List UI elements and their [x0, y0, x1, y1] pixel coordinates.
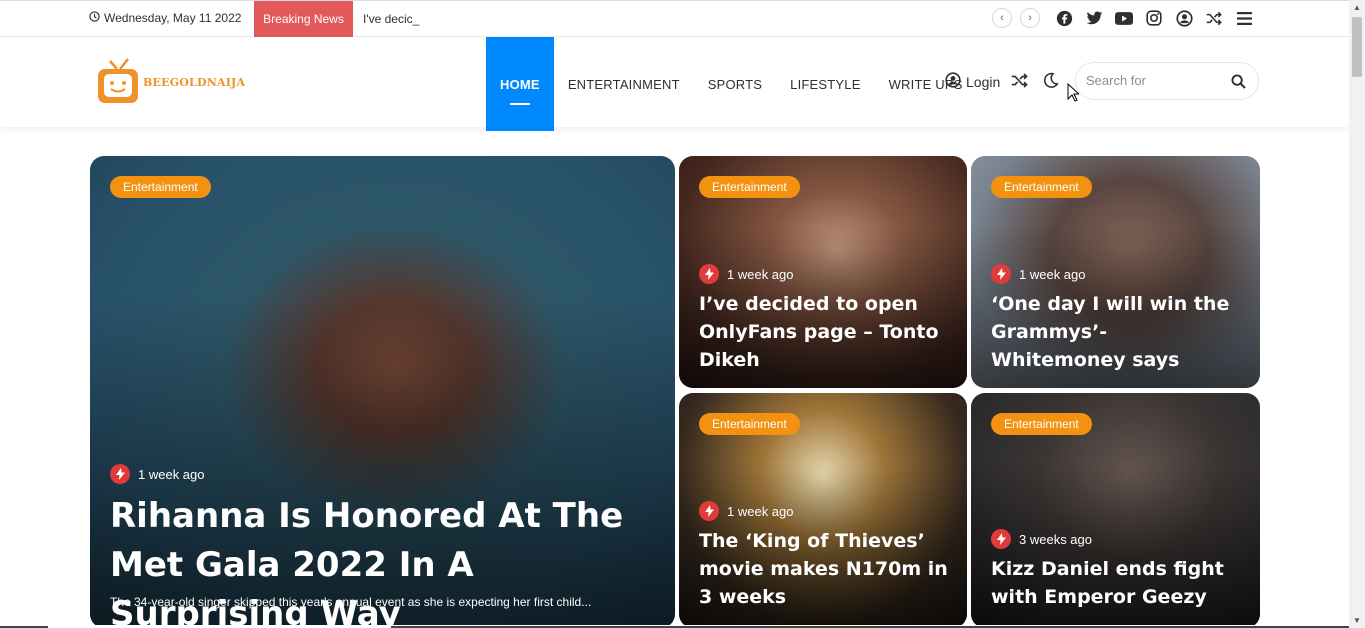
post-meta: 3 weeks ago — [991, 529, 1092, 549]
post-time: 1 week ago — [727, 503, 794, 519]
youtube-icon[interactable] — [1115, 9, 1133, 27]
featured-post[interactable]: Entertainment 1 week ago The ‘King of Th… — [679, 393, 967, 628]
date-display: Wednesday, May 11 2022 — [89, 11, 241, 25]
mouse-cursor-icon — [1067, 82, 1081, 107]
top-bar: Wednesday, May 11 2022 Breaking News I'v… — [0, 0, 1349, 37]
trending-bolt-icon — [699, 501, 719, 521]
post-title[interactable]: The ‘King of Thieves’ movie makes N170m … — [699, 527, 949, 611]
site-logo[interactable]: BEEGOLDNAIJA — [95, 57, 245, 107]
tv-logo-icon — [98, 58, 138, 103]
post-time: 3 weeks ago — [1019, 531, 1092, 547]
search-icon[interactable] — [1231, 74, 1246, 94]
post-time: 1 week ago — [1019, 266, 1086, 282]
facebook-icon[interactable] — [1055, 9, 1073, 27]
featured-post[interactable]: Entertainment 1 week ago ‘One day I will… — [971, 156, 1260, 388]
trending-bolt-icon — [991, 529, 1011, 549]
breaking-news-ticker[interactable]: I've decic_ — [363, 12, 419, 26]
menu-item-entertainment[interactable]: ENTERTAINMENT — [554, 37, 694, 131]
post-title[interactable]: ‘One day I will win the Grammys’- Whitem… — [991, 290, 1242, 374]
menu-item-lifestyle[interactable]: LIFESTYLE — [776, 37, 874, 131]
instagram-icon[interactable] — [1145, 9, 1163, 27]
post-meta: 1 week ago — [699, 501, 794, 521]
post-meta: 1 week ago — [991, 264, 1086, 284]
scroll-up-icon[interactable]: ▲ — [1353, 3, 1361, 12]
search-input[interactable] — [1086, 73, 1226, 88]
date-text: Wednesday, May 11 2022 — [104, 11, 242, 25]
menu-item-sports[interactable]: SPORTS — [694, 37, 776, 131]
main-header: BEEGOLDNAIJA HOME ENTERTAINMENT SPORTS L… — [0, 37, 1349, 131]
shuffle-icon[interactable] — [1205, 9, 1223, 27]
login-button[interactable]: Login — [945, 72, 1000, 91]
scroll-down-icon[interactable]: ▼ — [1353, 616, 1361, 625]
post-title[interactable]: Kizz Daniel ends fight with Emperor Geez… — [991, 555, 1242, 611]
main-menu: HOME ENTERTAINMENT SPORTS LIFESTYLE WRIT… — [486, 37, 977, 131]
search-box — [1075, 62, 1259, 100]
post-meta: 1 week ago — [110, 464, 205, 484]
user-icon[interactable] — [1175, 9, 1193, 27]
trending-bolt-icon — [110, 464, 130, 484]
breaking-news-label: Breaking News — [254, 1, 353, 37]
category-badge[interactable]: Entertainment — [699, 413, 800, 435]
featured-post[interactable]: Entertainment 1 week ago I’ve decided to… — [679, 156, 967, 388]
social-links — [1055, 9, 1253, 27]
login-label: Login — [966, 73, 1001, 90]
featured-post-main[interactable]: Entertainment 1 week ago Rihanna Is Hono… — [90, 156, 675, 628]
post-excerpt: The 34-year-old singer skipped this year… — [110, 595, 592, 609]
trending-bolt-icon — [699, 264, 719, 284]
ticker-nav: ‹ › — [992, 8, 1040, 28]
post-title[interactable]: I’ve decided to open OnlyFans page – Ton… — [699, 290, 949, 374]
chevron-left-icon[interactable]: ‹ — [992, 8, 1012, 28]
featured-post[interactable]: Entertainment 3 weeks ago Kizz Daniel en… — [971, 393, 1260, 628]
category-badge[interactable]: Entertainment — [991, 413, 1092, 435]
category-badge[interactable]: Entertainment — [699, 176, 800, 198]
menu-item-home[interactable]: HOME — [486, 37, 554, 131]
twitter-icon[interactable] — [1085, 9, 1103, 27]
category-badge[interactable]: Entertainment — [991, 176, 1092, 198]
vertical-scrollbar[interactable]: ▲ ▼ — [1349, 0, 1365, 628]
user-icon — [945, 72, 961, 91]
random-article-icon[interactable] — [1011, 73, 1029, 93]
post-time: 1 week ago — [138, 466, 205, 482]
scrollbar-thumb[interactable] — [1352, 17, 1362, 77]
post-meta: 1 week ago — [699, 264, 794, 284]
hamburger-menu-icon[interactable] — [1235, 9, 1253, 27]
clock-icon — [89, 11, 100, 25]
logo-text: BEEGOLDNAIJA — [143, 75, 246, 89]
trending-bolt-icon — [991, 264, 1011, 284]
dark-mode-moon-icon[interactable] — [1042, 72, 1059, 94]
chevron-right-icon[interactable]: › — [1020, 8, 1040, 28]
post-time: 1 week ago — [727, 266, 794, 282]
category-badge[interactable]: Entertainment — [110, 176, 211, 198]
